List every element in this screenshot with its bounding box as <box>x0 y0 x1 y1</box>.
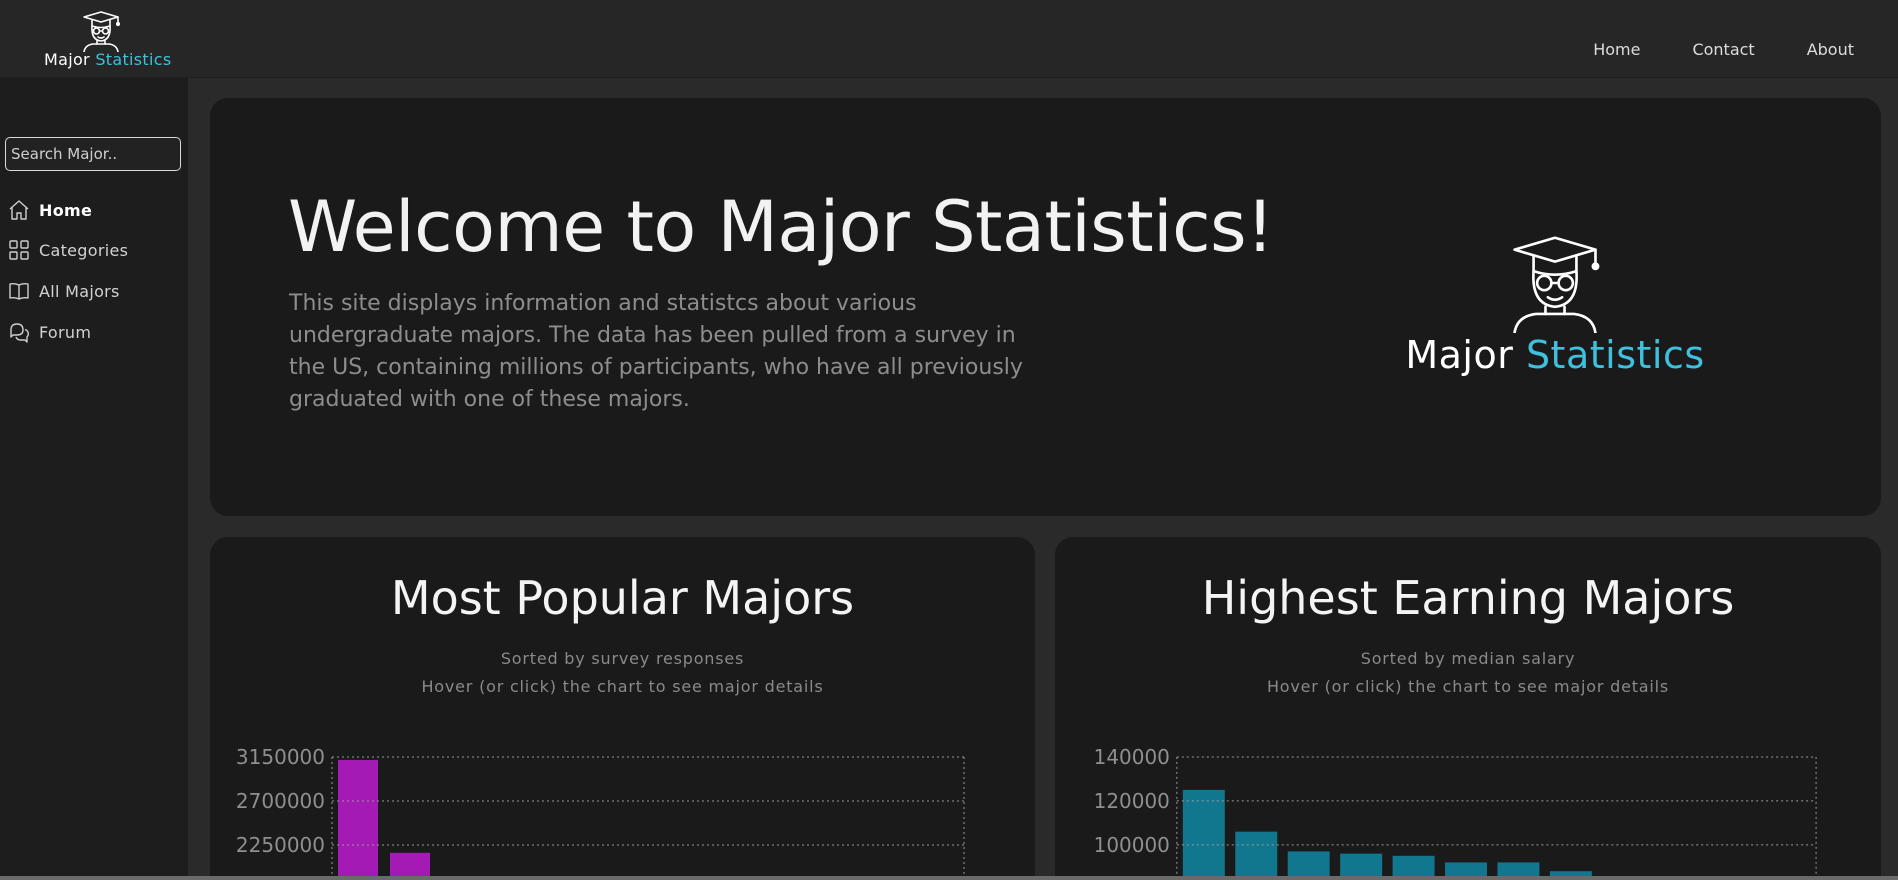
brand-text: Major Statistics <box>44 50 171 69</box>
hero-logo-word-major: Major <box>1405 333 1514 377</box>
graduate-icon <box>83 11 121 52</box>
y-tick-label: 3150000 <box>236 745 325 769</box>
hero-logo-word-statistics: Statistics <box>1525 333 1705 377</box>
brand-word-statistics: Statistics <box>95 50 172 69</box>
brand-word-major: Major <box>44 50 90 69</box>
nav-home-link[interactable]: Home <box>1593 40 1640 59</box>
home-icon <box>9 200 29 220</box>
sidebar-item-label: Home <box>39 200 93 220</box>
y-tick-label: 2250000 <box>236 833 325 857</box>
y-tick-label: 120000 <box>1094 789 1170 813</box>
sidebar-item-categories[interactable]: Categories <box>8 237 128 263</box>
chart-bar[interactable] <box>1182 789 1225 880</box>
y-tick-label: 100000 <box>1094 833 1170 857</box>
sidebar-item-label: Forum <box>39 322 92 342</box>
bottom-divider <box>0 876 1898 880</box>
sidebar-item-forum[interactable]: Forum <box>8 319 91 345</box>
hero-logo: Major Statistics <box>1390 233 1720 393</box>
y-tick-label: 2700000 <box>236 789 325 813</box>
y-tick-label: 140000 <box>1094 745 1170 769</box>
earning-majors-chart[interactable]: 140000 120000 100000 <box>1055 537 1880 880</box>
top-navbar: Major Statistics Home Contact About <box>0 0 1898 78</box>
chart-bar[interactable] <box>1235 831 1278 880</box>
sidebar-item-home[interactable]: Home <box>8 197 92 223</box>
search-input[interactable] <box>5 137 181 171</box>
top-nav-links: Home Contact About <box>1593 40 1854 59</box>
brand-logo[interactable]: Major Statistics <box>40 10 171 72</box>
chart-bar[interactable] <box>338 759 378 880</box>
popular-majors-card: Most Popular Majors Sorted by survey res… <box>210 537 1035 880</box>
welcome-panel: Welcome to Major Statistics! This site d… <box>210 98 1881 516</box>
sidebar-item-all-majors[interactable]: All Majors <box>8 278 120 304</box>
chat-icon <box>10 323 30 343</box>
sidebar: Home Categories All Majors Forum <box>0 78 188 880</box>
earning-majors-card: Highest Earning Majors Sorted by median … <box>1055 537 1881 880</box>
nav-contact-link[interactable]: Contact <box>1692 40 1754 59</box>
page-title: Welcome to Major Statistics! <box>288 186 1274 268</box>
popular-majors-chart[interactable]: 3150000 2700000 2250000 <box>210 537 1035 880</box>
graduate-icon <box>1513 236 1600 333</box>
sidebar-item-label: Categories <box>39 240 129 260</box>
hero-logo-text: Major Statistics <box>1390 333 1720 377</box>
book-icon <box>9 282 29 300</box>
grid-icon <box>9 240 29 260</box>
site-description: This site displays information and stati… <box>289 291 1023 412</box>
sidebar-item-label: All Majors <box>39 281 120 301</box>
nav-about-link[interactable]: About <box>1807 40 1854 59</box>
